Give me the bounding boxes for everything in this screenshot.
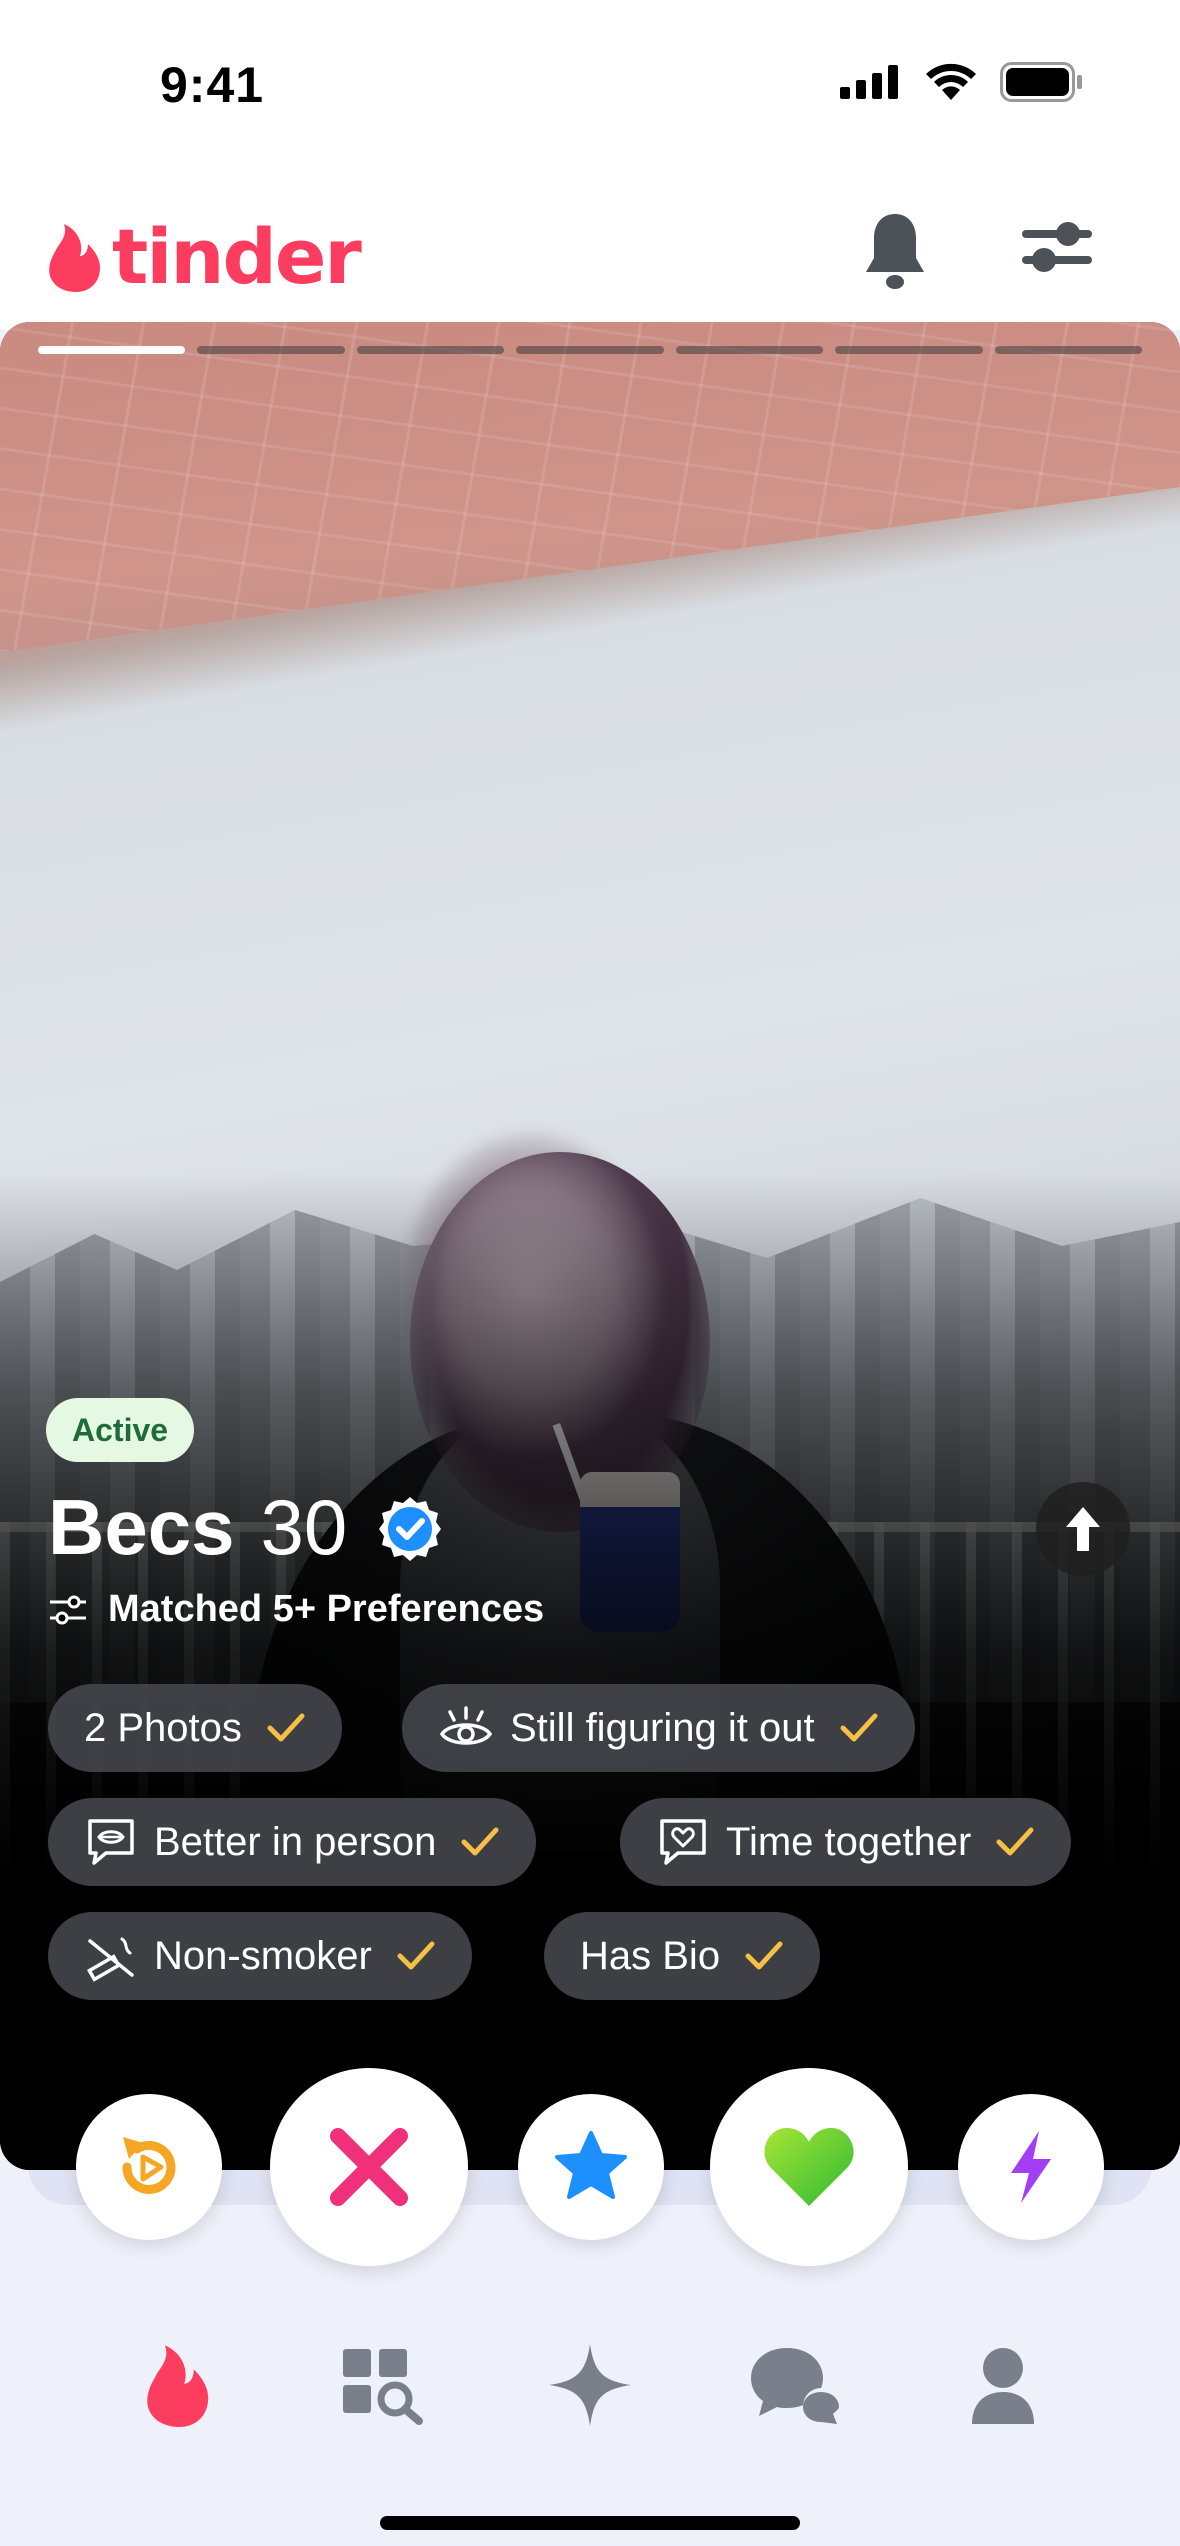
check-icon: [840, 1713, 878, 1742]
check-icon: [397, 1941, 435, 1970]
check-icon: [745, 1941, 783, 1970]
flame-logo-icon: [49, 223, 100, 292]
chip-better-in-person[interactable]: Better in person: [48, 1798, 537, 1886]
photo-progress-segment[interactable]: [994, 346, 1142, 354]
app-header: tinder: [0, 190, 1180, 310]
arrow-up-icon: [1066, 1507, 1100, 1551]
profile-age: 30: [260, 1483, 348, 1571]
photo-progress-segment[interactable]: [38, 346, 186, 354]
rewind-button[interactable]: [76, 2094, 222, 2240]
chat-icon: [751, 2348, 839, 2424]
chip-label: 2 Photos: [84, 1705, 242, 1750]
chip-label: Non-smoker: [154, 1933, 372, 1978]
tinder-screen: 9:41 tinder Active Becs 30 Matched 5+ Pr…: [0, 0, 1180, 2546]
profile-name: Becs: [48, 1483, 235, 1571]
verified-badge-icon: [379, 1496, 442, 1561]
nav-messages[interactable]: [740, 2330, 850, 2440]
chip-has-bio[interactable]: Has Bio: [544, 1912, 821, 2000]
nav-explore[interactable]: [328, 2330, 438, 2440]
nope-button[interactable]: [270, 2068, 468, 2266]
star-icon: [555, 2131, 627, 2199]
check-icon: [267, 1713, 305, 1742]
check-icon: [461, 1827, 499, 1856]
chip-time-together[interactable]: Time together: [620, 1798, 1072, 1886]
nav-profile[interactable]: [948, 2330, 1058, 2440]
name-row: Becs 30: [48, 1482, 443, 1573]
super-like-button[interactable]: [518, 2094, 664, 2240]
brand-name: tinder: [112, 212, 362, 301]
photo-gradient-overlay: [0, 322, 1180, 2170]
chip-photos[interactable]: 2 Photos: [48, 1684, 342, 1772]
photo-progress-bar: [38, 346, 1142, 354]
x-icon: [330, 2128, 408, 2206]
status-bar: 9:41: [0, 0, 1180, 170]
photo-progress-segment[interactable]: [675, 346, 824, 354]
chip-still-figuring-it-out[interactable]: Still figuring it out: [402, 1684, 915, 1772]
preferences-label: Matched 5+ Preferences: [108, 1588, 545, 1630]
chat-heart-icon: [660, 1819, 706, 1865]
photo-progress-segment[interactable]: [835, 346, 983, 354]
explore-icon: [343, 2349, 423, 2425]
chat-lips-icon: [88, 1819, 134, 1865]
sliders-icon: [1022, 222, 1092, 272]
status-icons: [840, 62, 1084, 102]
active-badge: Active: [46, 1398, 195, 1462]
bell-icon: [866, 214, 924, 289]
profile-icon: [972, 2348, 1034, 2424]
rewind-icon: [122, 2137, 176, 2194]
nav-top-picks[interactable]: [535, 2330, 645, 2440]
chip-label: Better in person: [154, 1819, 437, 1864]
chip-label: Has Bio: [580, 1933, 721, 1978]
check-icon: [996, 1827, 1034, 1856]
notifications-button[interactable]: [862, 210, 928, 297]
eye-icon: [439, 1706, 493, 1745]
chip-label: Still figuring it out: [510, 1705, 815, 1750]
home-indicator[interactable]: [380, 2516, 800, 2530]
photo-progress-segment[interactable]: [197, 346, 345, 354]
nav-discover[interactable]: [122, 2330, 232, 2440]
flame-icon: [147, 2345, 209, 2427]
no-smoking-icon: [86, 1937, 134, 1982]
chip-non-smoker[interactable]: Non-smoker: [48, 1912, 472, 2000]
photo-progress-segment[interactable]: [516, 346, 664, 354]
signal-icon: [840, 65, 898, 99]
status-time: 9:41: [160, 57, 265, 113]
bolt-icon: [1011, 2131, 1051, 2203]
bottom-navigation: [0, 2330, 1180, 2440]
like-button[interactable]: [710, 2068, 908, 2266]
tinder-logo[interactable]: tinder: [46, 212, 362, 301]
preferences-row: Matched 5+ Preferences: [48, 1588, 544, 1631]
heart-icon: [764, 2128, 854, 2206]
profile-card[interactable]: Active Becs 30 Matched 5+ Preferences 2 …: [0, 322, 1180, 2170]
battery-icon: [1000, 62, 1082, 102]
sparkle-icon: [549, 2344, 631, 2426]
expand-profile-button[interactable]: [1036, 1482, 1130, 1576]
wifi-icon: [926, 63, 976, 100]
preferences-sliders-icon: [50, 1595, 86, 1624]
filters-button[interactable]: [1020, 216, 1094, 283]
chip-label: Time together: [726, 1819, 972, 1864]
photo-progress-segment[interactable]: [356, 346, 505, 354]
boost-button[interactable]: [958, 2094, 1104, 2240]
